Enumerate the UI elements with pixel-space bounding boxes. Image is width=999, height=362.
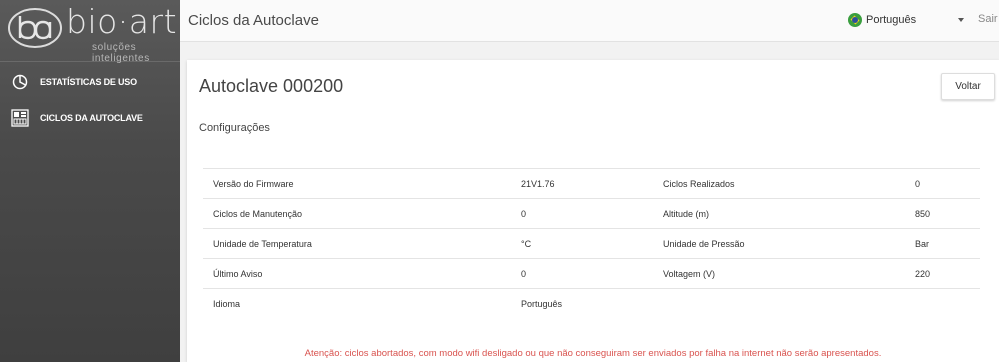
table-row: Último Aviso 0 Voltagem (V) 220 — [203, 258, 980, 289]
config-value: Português — [511, 288, 653, 319]
config-label: Idioma — [203, 288, 511, 319]
config-label: Altitude (m) — [653, 198, 905, 229]
sidebar-item-usage-stats[interactable]: ESTATÍSTICAS DE USO — [0, 64, 180, 100]
top-bar: Ciclos da Autoclave Português Sair — [180, 0, 999, 42]
config-value: °C — [511, 228, 653, 259]
config-value: Bar — [905, 228, 980, 259]
table-row: Unidade de Temperatura °C Unidade de Pre… — [203, 228, 980, 259]
config-value: 0 — [511, 258, 653, 289]
brand-logo[interactable]: bio·art soluções inteligentes — [0, 0, 180, 64]
config-value: 0 — [511, 198, 653, 229]
bioart-logo-icon — [8, 8, 62, 48]
config-label: Voltagem (V) — [653, 258, 905, 289]
brand-tagline: soluções inteligentes — [92, 42, 150, 64]
table-row: Idioma Português — [203, 288, 980, 319]
chevron-down-icon[interactable] — [958, 18, 964, 22]
pie-chart-icon — [10, 72, 30, 92]
autoclave-card: Autoclave 000200 Voltar Configurações Ve… — [187, 60, 999, 362]
back-button[interactable]: Voltar — [941, 73, 995, 100]
sidebar: bio·art soluções inteligentes ESTATÍSTIC… — [0, 0, 180, 362]
config-value: 220 — [905, 258, 980, 289]
language-selector[interactable]: Português — [848, 13, 916, 27]
config-value — [905, 288, 980, 319]
logout-link[interactable]: Sair — [978, 13, 998, 25]
config-value: 0 — [905, 168, 980, 199]
autoclave-title: Autoclave 000200 — [199, 76, 344, 96]
section-title: Configurações — [199, 122, 270, 134]
table-row: Ciclos de Manutenção 0 Altitude (m) 850 — [203, 198, 980, 229]
config-value: 21V1.76 — [511, 168, 653, 199]
warning-message: Atenção: ciclos abortados, com modo wifi… — [304, 348, 882, 359]
config-label — [653, 288, 905, 319]
config-label: Ciclos Realizados — [653, 168, 905, 199]
brand-name: bio·art — [66, 2, 178, 41]
brazil-flag-icon — [848, 13, 862, 27]
page-title: Ciclos da Autoclave — [188, 12, 319, 29]
config-label: Unidade de Pressão — [653, 228, 905, 259]
config-table: Versão do Firmware 21V1.76 Ciclos Realiz… — [203, 168, 980, 319]
config-label: Unidade de Temperatura — [203, 228, 511, 259]
config-value: 850 — [905, 198, 980, 229]
config-label: Ciclos de Manutenção — [203, 198, 511, 229]
config-label: Último Aviso — [203, 258, 511, 289]
language-label: Português — [866, 14, 917, 26]
table-row: Versão do Firmware 21V1.76 Ciclos Realiz… — [203, 168, 980, 199]
autoclave-icon — [10, 108, 30, 128]
config-label: Versão do Firmware — [203, 168, 511, 199]
sidebar-item-label: CICLOS DA AUTOCLAVE — [40, 113, 143, 123]
sidebar-item-autoclave-cycles[interactable]: CICLOS DA AUTOCLAVE — [0, 100, 180, 136]
sidebar-item-label: ESTATÍSTICAS DE USO — [40, 77, 137, 87]
